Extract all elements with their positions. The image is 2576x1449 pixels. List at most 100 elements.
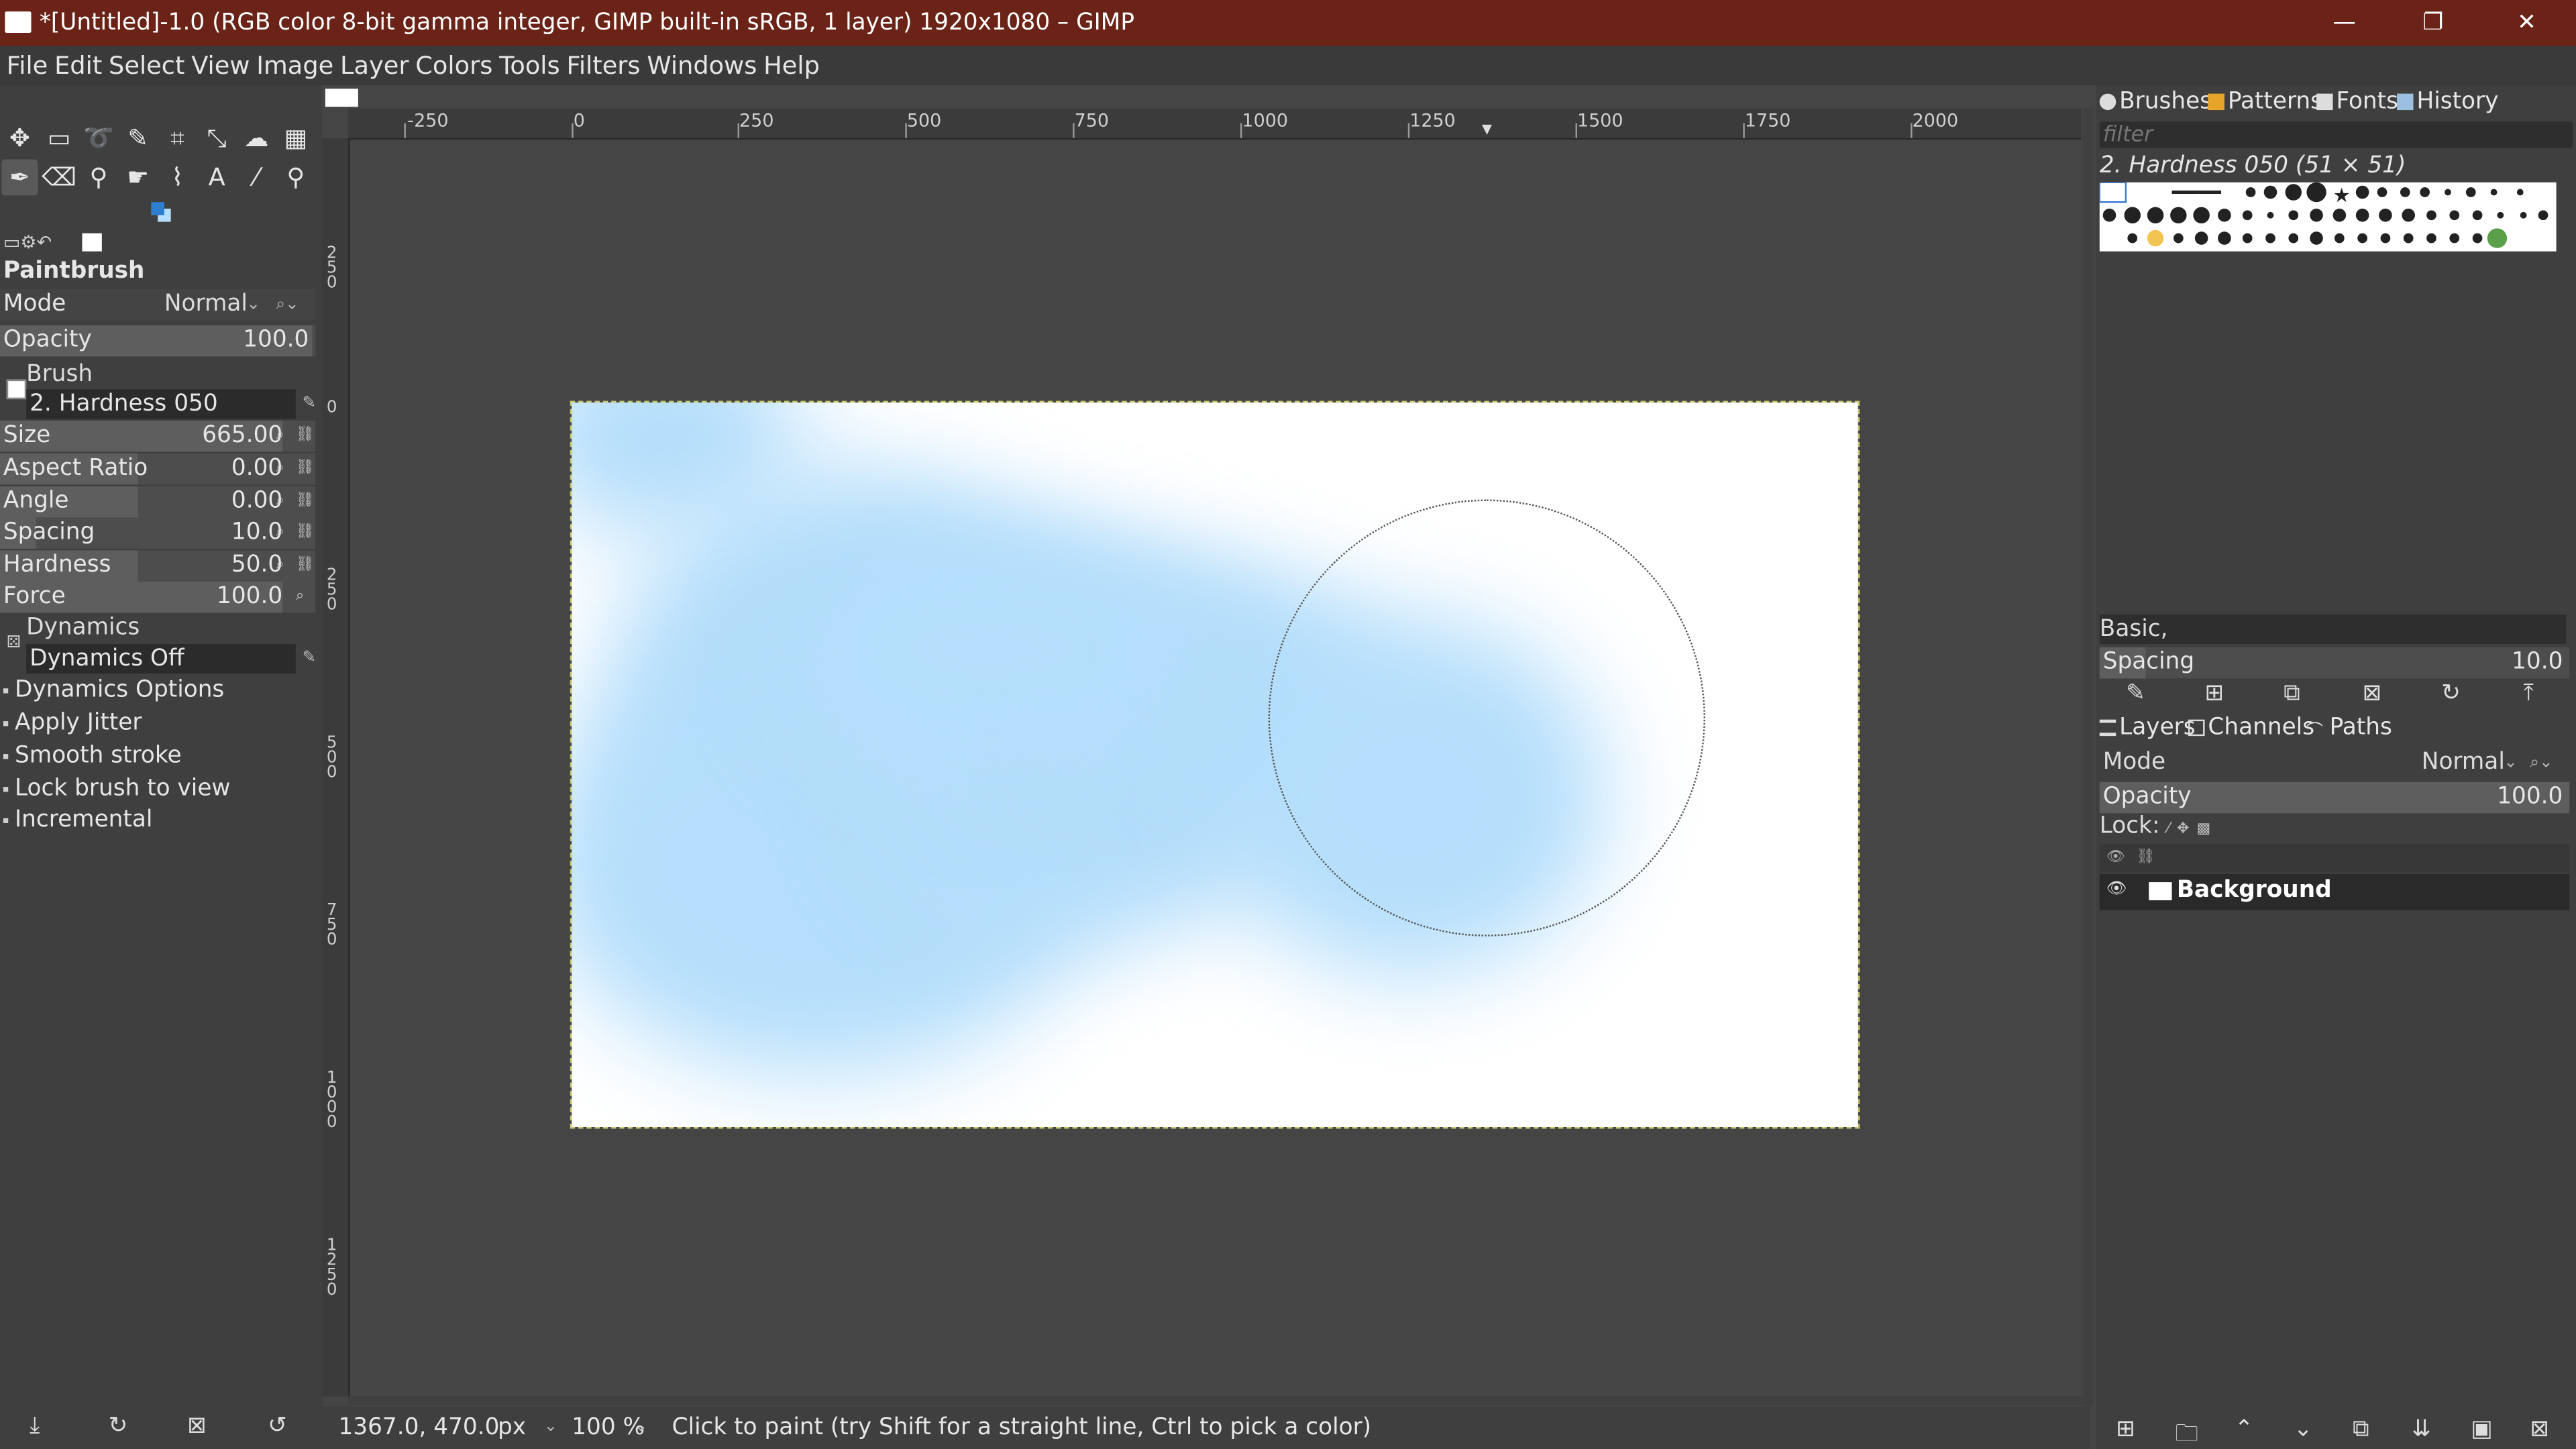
menu-layer[interactable]: Layer bbox=[333, 46, 409, 86]
duplicate-layer-icon[interactable]: ⧉ bbox=[2353, 1416, 2369, 1442]
smooth-stroke-checkbox[interactable]: Smooth stroke bbox=[3, 743, 182, 769]
menu-tools[interactable]: Tools bbox=[492, 46, 559, 86]
paths-icon[interactable]: ⌇ bbox=[160, 160, 196, 196]
chevron-down-icon[interactable]: ⌄ bbox=[544, 1406, 558, 1449]
restore-button[interactable]: ❐ bbox=[2396, 0, 2471, 46]
brush-tag-field[interactable]: Basic, bbox=[2099, 614, 2567, 645]
lock-brush-checkbox[interactable]: Lock brush to view bbox=[3, 775, 231, 802]
warp-icon[interactable]: ☁ bbox=[238, 120, 274, 156]
chevron-down-icon[interactable]: ⌄ bbox=[246, 289, 260, 321]
color-picker-icon[interactable]: ⁄ bbox=[238, 160, 274, 196]
size-slider[interactable]: Size 665.00 ⌕ ⛓ bbox=[0, 420, 316, 452]
tab-fonts[interactable]: Fonts bbox=[2316, 85, 2398, 118]
hardness-link-icon[interactable]: ⛓ bbox=[296, 555, 315, 575]
brush-row[interactable]: Brush 2. Hardness 050 ✎ bbox=[3, 362, 317, 421]
new-layer-icon[interactable]: ⊞ bbox=[2116, 1416, 2135, 1442]
tab-brushes[interactable]: Brushes bbox=[2099, 85, 2212, 118]
restore-options-icon[interactable]: ↻ bbox=[109, 1413, 128, 1439]
mode-select[interactable]: Normal bbox=[164, 289, 248, 321]
chevron-down-icon[interactable]: ⌄ bbox=[634, 1406, 648, 1449]
delete-layer-icon[interactable]: ⊠ bbox=[2530, 1416, 2549, 1442]
edit-brush-icon[interactable]: ✎ bbox=[303, 394, 317, 413]
layer-mode-reset-icon[interactable]: ⌕⌄ bbox=[2530, 747, 2553, 779]
force-value[interactable]: 100.0 bbox=[217, 582, 282, 613]
device-status-tab-icon[interactable]: ⚙ bbox=[20, 231, 36, 253]
hardness-slider[interactable]: Hardness 50.0 ⌕ ⛓ bbox=[0, 550, 316, 582]
gradient-icon[interactable]: ▦ bbox=[278, 120, 314, 156]
lock-position-icon[interactable]: ✥ bbox=[2177, 821, 2189, 837]
menu-filters[interactable]: Filters bbox=[560, 46, 640, 86]
menu-image[interactable]: Image bbox=[250, 46, 333, 86]
dynamics-options-expander[interactable]: Dynamics Options bbox=[3, 677, 224, 703]
brush-filter-input[interactable] bbox=[2099, 121, 2573, 148]
opacity-value[interactable]: 100.0 bbox=[243, 325, 309, 357]
brush-preview-icon[interactable] bbox=[6, 379, 27, 400]
menu-file[interactable]: File bbox=[0, 46, 48, 86]
mode-reset-icon[interactable]: ⌕⌄ bbox=[276, 289, 299, 321]
close-button[interactable]: ✕ bbox=[2489, 0, 2565, 46]
tab-paths[interactable]: ⌒ Paths bbox=[2306, 711, 2392, 744]
duplicate-brush-icon[interactable]: ⧉ bbox=[2284, 680, 2300, 706]
new-brush-icon[interactable]: ⊞ bbox=[2205, 680, 2224, 706]
size-value[interactable]: 665.00 bbox=[202, 421, 282, 452]
menu-edit[interactable]: Edit bbox=[48, 46, 102, 86]
aspect-reset-icon[interactable]: ⌕ bbox=[276, 458, 292, 478]
lower-layer-icon[interactable]: ⌄ bbox=[2294, 1416, 2313, 1442]
layer-mask-icon[interactable]: ▣ bbox=[2471, 1416, 2492, 1442]
unit-select[interactable]: px bbox=[498, 1406, 526, 1449]
hardness-reset-icon[interactable]: ⌕ bbox=[276, 555, 292, 575]
merge-layer-icon[interactable]: ⇊ bbox=[2412, 1416, 2431, 1442]
eraser-icon[interactable]: ⌫ bbox=[41, 160, 77, 196]
dynamics-icon[interactable]: ⚄ bbox=[7, 634, 21, 652]
force-slider[interactable]: Force 100.0 ⌕ bbox=[0, 581, 316, 613]
spacing-link-icon[interactable]: ⛓ bbox=[296, 523, 315, 542]
menu-view[interactable]: View bbox=[184, 46, 250, 86]
rect-select-icon[interactable]: ▭ bbox=[41, 120, 77, 156]
layer-opacity-value[interactable]: 100.0 bbox=[2497, 782, 2563, 814]
layer-name[interactable]: Background bbox=[2177, 877, 2332, 904]
mode-row[interactable]: Mode Normal ⌄ ⌕⌄ bbox=[0, 289, 316, 321]
chevron-down-icon[interactable]: ⌄ bbox=[2504, 747, 2518, 779]
brush-as-image-icon[interactable]: ⤒ bbox=[2524, 680, 2534, 706]
layer-row[interactable]: 👁 Background bbox=[2099, 873, 2570, 910]
lasso-icon[interactable]: ➰ bbox=[80, 120, 117, 156]
minimize-button[interactable]: — bbox=[2306, 0, 2382, 46]
smudge-icon[interactable]: ☛ bbox=[120, 160, 156, 196]
lock-alpha-icon[interactable]: ▩ bbox=[2196, 821, 2210, 837]
size-link-icon[interactable]: ⛓ bbox=[296, 425, 315, 445]
image-tab-thumbnail[interactable] bbox=[325, 89, 358, 107]
aspect-ratio-value[interactable]: 0.00 bbox=[231, 453, 282, 485]
horizontal-ruler[interactable]: -250 0 250 500 750 1000 1250 1500 1750 2… bbox=[348, 108, 2082, 140]
delete-brush-icon[interactable]: ⊠ bbox=[2363, 680, 2382, 706]
menu-select[interactable]: Select bbox=[102, 46, 184, 86]
images-tab-icon[interactable] bbox=[82, 233, 102, 252]
size-reset-icon[interactable]: ⌕ bbox=[276, 425, 292, 445]
delete-options-icon[interactable]: ⊠ bbox=[187, 1413, 207, 1439]
new-layer-group-icon[interactable]: 🗀 bbox=[2175, 1416, 2198, 1449]
undo-history-tab-icon[interactable]: ↶ bbox=[37, 231, 52, 253]
layer-opacity-slider[interactable]: Opacity 100.0 bbox=[2099, 782, 2570, 814]
brush-grid[interactable]: ★ bbox=[2098, 181, 2557, 252]
scale-icon[interactable]: ⤡ bbox=[199, 120, 235, 156]
tab-history[interactable]: History bbox=[2397, 85, 2498, 118]
tab-channels[interactable]: Channels bbox=[2188, 711, 2314, 744]
fuzzy-select-icon[interactable]: ✎ bbox=[120, 120, 156, 156]
horizontal-scrollbar[interactable] bbox=[348, 1396, 2084, 1405]
layer-mode-row[interactable]: Mode Normal ⌄ ⌕⌄ bbox=[2100, 747, 2569, 779]
tab-patterns[interactable]: Patterns bbox=[2208, 85, 2322, 118]
menu-windows[interactable]: Windows bbox=[641, 46, 757, 86]
menu-colors[interactable]: Colors bbox=[409, 46, 492, 86]
hardness-value[interactable]: 50.0 bbox=[231, 550, 282, 582]
dynamics-row[interactable]: ⚄ Dynamics Dynamics Off ✎ bbox=[3, 614, 316, 674]
angle-link-icon[interactable]: ⛓ bbox=[296, 491, 315, 511]
apply-jitter-checkbox[interactable]: Apply Jitter bbox=[3, 710, 142, 736]
foreground-color-swatch[interactable] bbox=[151, 202, 164, 215]
layer-mode-select[interactable]: Normal bbox=[2422, 747, 2505, 779]
brush-field[interactable]: 2. Hardness 050 bbox=[26, 389, 296, 419]
dynamics-field[interactable]: Dynamics Off bbox=[26, 644, 296, 674]
vertical-ruler[interactable]: 2 5 0 0 2 5 0 5 0 0 7 5 0 1 0 0 0 1 2 5 … bbox=[322, 138, 350, 1397]
force-reset-icon[interactable]: ⌕ bbox=[296, 586, 312, 606]
vertical-scrollbar[interactable] bbox=[2083, 108, 2094, 1407]
save-options-icon[interactable]: ⤓ bbox=[30, 1413, 40, 1439]
eye-icon[interactable]: 👁 bbox=[2106, 881, 2127, 899]
